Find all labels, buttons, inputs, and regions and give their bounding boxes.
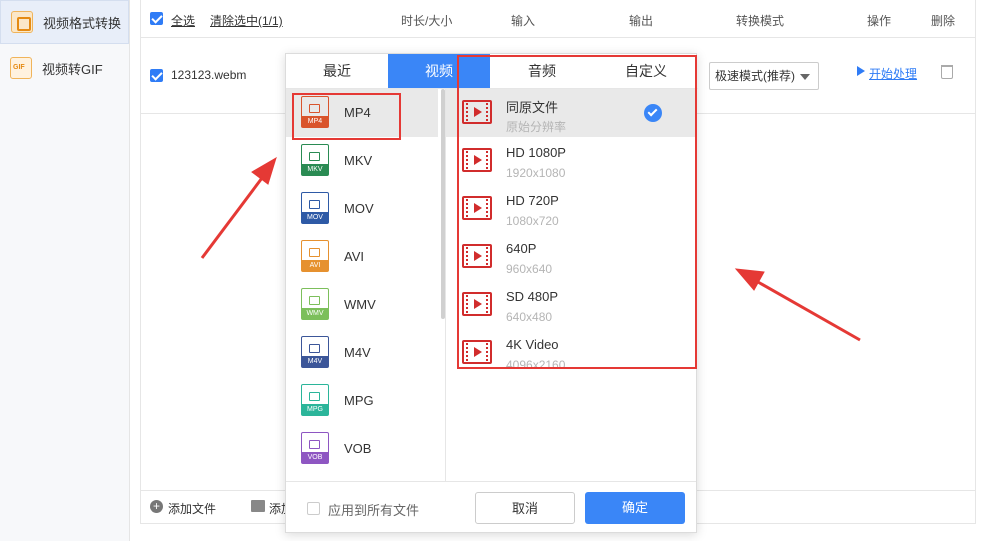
arrow-left-icon <box>200 156 277 259</box>
arrow-right-icon <box>734 268 861 342</box>
arrow-annotations <box>200 156 861 342</box>
